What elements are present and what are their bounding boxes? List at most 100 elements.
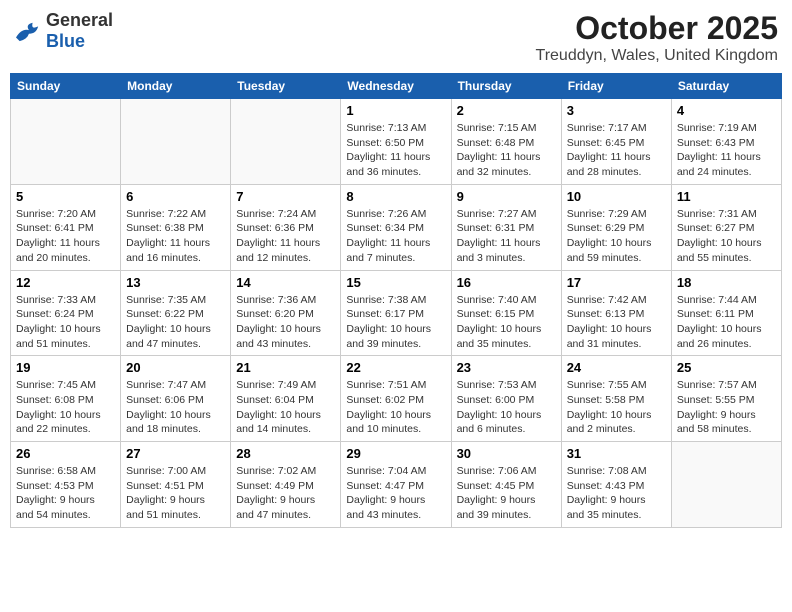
cell-info: Sunrise: 7:00 AM Sunset: 4:51 PM Dayligh… bbox=[126, 464, 225, 523]
calendar-cell: 25 Sunrise: 7:57 AM Sunset: 5:55 PM Dayli… bbox=[671, 356, 781, 442]
calendar-cell bbox=[671, 442, 781, 528]
cell-day-number: 25 bbox=[677, 360, 776, 375]
calendar-cell: 7 Sunrise: 7:24 AM Sunset: 6:36 PM Daylig… bbox=[231, 184, 341, 270]
cell-info: Sunrise: 7:15 AM Sunset: 6:48 PM Dayligh… bbox=[457, 121, 556, 180]
cell-day-number: 22 bbox=[346, 360, 445, 375]
calendar-cell: 13Sunrise: 7:35 AM Sunset: 6:22 PM Dayli… bbox=[121, 270, 231, 356]
logo: General Blue bbox=[14, 10, 113, 52]
day-header-tuesday: Tuesday bbox=[231, 74, 341, 99]
cell-day-number: 26 bbox=[16, 446, 115, 461]
cell-day-number: 19 bbox=[16, 360, 115, 375]
cell-info: Sunrise: 7:24 AM Sunset: 6:36 PM Dayligh… bbox=[236, 207, 335, 266]
location-title: Treuddyn, Wales, United Kingdom bbox=[536, 47, 778, 65]
day-header-thursday: Thursday bbox=[451, 74, 561, 99]
cell-day-number: 15 bbox=[346, 275, 445, 290]
cell-info: Sunrise: 7:29 AM Sunset: 6:29 PM Dayligh… bbox=[567, 207, 666, 266]
cell-day-number: 14 bbox=[236, 275, 335, 290]
cell-info: Sunrise: 7:57 AM Sunset: 5:55 PM Dayligh… bbox=[677, 378, 776, 437]
cell-day-number: 21 bbox=[236, 360, 335, 375]
cell-day-number: 11 bbox=[677, 189, 776, 204]
cell-info: Sunrise: 7:55 AM Sunset: 5:58 PM Dayligh… bbox=[567, 378, 666, 437]
cell-day-number: 2 bbox=[457, 103, 556, 118]
calendar-cell: 30 Sunrise: 7:06 AM Sunset: 4:45 PM Dayli… bbox=[451, 442, 561, 528]
calendar-week-row: 12 Sunrise: 7:33 AM Sunset: 6:24 PM Dayli… bbox=[11, 270, 782, 356]
cell-info: Sunrise: 7:40 AM Sunset: 6:15 PM Dayligh… bbox=[457, 293, 556, 352]
cell-day-number: 5 bbox=[16, 189, 115, 204]
calendar-cell: 29 Sunrise: 7:04 AM Sunset: 4:47 PM Dayli… bbox=[341, 442, 451, 528]
calendar-week-row: 5 Sunrise: 7:20 AM Sunset: 6:41 PM Daylig… bbox=[11, 184, 782, 270]
cell-day-number: 29 bbox=[346, 446, 445, 461]
cell-day-number: 12 bbox=[16, 275, 115, 290]
calendar-cell: 19 Sunrise: 7:45 AM Sunset: 6:08 PM Dayli… bbox=[11, 356, 121, 442]
cell-day-number: 31 bbox=[567, 446, 666, 461]
cell-info: Sunrise: 7:17 AM Sunset: 6:45 PM Dayligh… bbox=[567, 121, 666, 180]
calendar: SundayMondayTuesdayWednesdayThursdayFrid… bbox=[10, 73, 782, 528]
cell-day-number: 3 bbox=[567, 103, 666, 118]
calendar-week-row: 1Sunrise: 7:13 AM Sunset: 6:50 PM Daylig… bbox=[11, 99, 782, 185]
cell-day-number: 16 bbox=[457, 275, 556, 290]
calendar-cell bbox=[121, 99, 231, 185]
calendar-cell: 31Sunrise: 7:08 AM Sunset: 4:43 PM Dayli… bbox=[561, 442, 671, 528]
calendar-cell: 18Sunrise: 7:44 AM Sunset: 6:11 PM Dayli… bbox=[671, 270, 781, 356]
calendar-cell: 27 Sunrise: 7:00 AM Sunset: 4:51 PM Dayli… bbox=[121, 442, 231, 528]
calendar-cell: 2 Sunrise: 7:15 AM Sunset: 6:48 PM Daylig… bbox=[451, 99, 561, 185]
cell-info: Sunrise: 7:53 AM Sunset: 6:00 PM Dayligh… bbox=[457, 378, 556, 437]
calendar-cell: 4Sunrise: 7:19 AM Sunset: 6:43 PM Daylig… bbox=[671, 99, 781, 185]
day-header-wednesday: Wednesday bbox=[341, 74, 451, 99]
calendar-week-row: 26 Sunrise: 6:58 AM Sunset: 4:53 PM Dayli… bbox=[11, 442, 782, 528]
cell-info: Sunrise: 7:02 AM Sunset: 4:49 PM Dayligh… bbox=[236, 464, 335, 523]
calendar-cell: 1Sunrise: 7:13 AM Sunset: 6:50 PM Daylig… bbox=[341, 99, 451, 185]
calendar-cell: 22Sunrise: 7:51 AM Sunset: 6:02 PM Dayli… bbox=[341, 356, 451, 442]
title-area: October 2025 Treuddyn, Wales, United Kin… bbox=[536, 10, 778, 65]
cell-info: Sunrise: 7:20 AM Sunset: 6:41 PM Dayligh… bbox=[16, 207, 115, 266]
calendar-cell bbox=[231, 99, 341, 185]
calendar-cell bbox=[11, 99, 121, 185]
cell-info: Sunrise: 7:45 AM Sunset: 6:08 PM Dayligh… bbox=[16, 378, 115, 437]
cell-day-number: 8 bbox=[346, 189, 445, 204]
cell-info: Sunrise: 7:27 AM Sunset: 6:31 PM Dayligh… bbox=[457, 207, 556, 266]
logo-icon bbox=[14, 19, 42, 43]
cell-day-number: 9 bbox=[457, 189, 556, 204]
calendar-cell: 9 Sunrise: 7:27 AM Sunset: 6:31 PM Daylig… bbox=[451, 184, 561, 270]
day-header-friday: Friday bbox=[561, 74, 671, 99]
cell-day-number: 28 bbox=[236, 446, 335, 461]
cell-day-number: 10 bbox=[567, 189, 666, 204]
cell-day-number: 23 bbox=[457, 360, 556, 375]
calendar-cell: 16 Sunrise: 7:40 AM Sunset: 6:15 PM Dayli… bbox=[451, 270, 561, 356]
calendar-cell: 28 Sunrise: 7:02 AM Sunset: 4:49 PM Dayli… bbox=[231, 442, 341, 528]
month-title: October 2025 bbox=[536, 10, 778, 47]
calendar-cell: 5 Sunrise: 7:20 AM Sunset: 6:41 PM Daylig… bbox=[11, 184, 121, 270]
day-header-sunday: Sunday bbox=[11, 74, 121, 99]
cell-info: Sunrise: 7:33 AM Sunset: 6:24 PM Dayligh… bbox=[16, 293, 115, 352]
calendar-week-row: 19 Sunrise: 7:45 AM Sunset: 6:08 PM Dayli… bbox=[11, 356, 782, 442]
calendar-cell: 24 Sunrise: 7:55 AM Sunset: 5:58 PM Dayli… bbox=[561, 356, 671, 442]
logo-blue: Blue bbox=[46, 31, 85, 51]
cell-info: Sunrise: 7:26 AM Sunset: 6:34 PM Dayligh… bbox=[346, 207, 445, 266]
cell-info: Sunrise: 7:31 AM Sunset: 6:27 PM Dayligh… bbox=[677, 207, 776, 266]
cell-info: Sunrise: 7:22 AM Sunset: 6:38 PM Dayligh… bbox=[126, 207, 225, 266]
cell-info: Sunrise: 7:04 AM Sunset: 4:47 PM Dayligh… bbox=[346, 464, 445, 523]
cell-day-number: 24 bbox=[567, 360, 666, 375]
cell-info: Sunrise: 7:47 AM Sunset: 6:06 PM Dayligh… bbox=[126, 378, 225, 437]
calendar-cell: 12 Sunrise: 7:33 AM Sunset: 6:24 PM Dayli… bbox=[11, 270, 121, 356]
cell-info: Sunrise: 7:06 AM Sunset: 4:45 PM Dayligh… bbox=[457, 464, 556, 523]
cell-day-number: 30 bbox=[457, 446, 556, 461]
logo-general: General bbox=[46, 10, 113, 30]
calendar-cell: 20Sunrise: 7:47 AM Sunset: 6:06 PM Dayli… bbox=[121, 356, 231, 442]
calendar-cell: 21 Sunrise: 7:49 AM Sunset: 6:04 PM Dayli… bbox=[231, 356, 341, 442]
day-header-monday: Monday bbox=[121, 74, 231, 99]
cell-day-number: 27 bbox=[126, 446, 225, 461]
cell-info: Sunrise: 6:58 AM Sunset: 4:53 PM Dayligh… bbox=[16, 464, 115, 523]
cell-info: Sunrise: 7:13 AM Sunset: 6:50 PM Dayligh… bbox=[346, 121, 445, 180]
day-header-saturday: Saturday bbox=[671, 74, 781, 99]
calendar-cell: 8 Sunrise: 7:26 AM Sunset: 6:34 PM Daylig… bbox=[341, 184, 451, 270]
cell-day-number: 4 bbox=[677, 103, 776, 118]
calendar-cell: 14Sunrise: 7:36 AM Sunset: 6:20 PM Dayli… bbox=[231, 270, 341, 356]
cell-info: Sunrise: 7:49 AM Sunset: 6:04 PM Dayligh… bbox=[236, 378, 335, 437]
cell-day-number: 18 bbox=[677, 275, 776, 290]
cell-info: Sunrise: 7:38 AM Sunset: 6:17 PM Dayligh… bbox=[346, 293, 445, 352]
cell-info: Sunrise: 7:35 AM Sunset: 6:22 PM Dayligh… bbox=[126, 293, 225, 352]
calendar-cell: 3 Sunrise: 7:17 AM Sunset: 6:45 PM Daylig… bbox=[561, 99, 671, 185]
cell-day-number: 7 bbox=[236, 189, 335, 204]
cell-day-number: 6 bbox=[126, 189, 225, 204]
